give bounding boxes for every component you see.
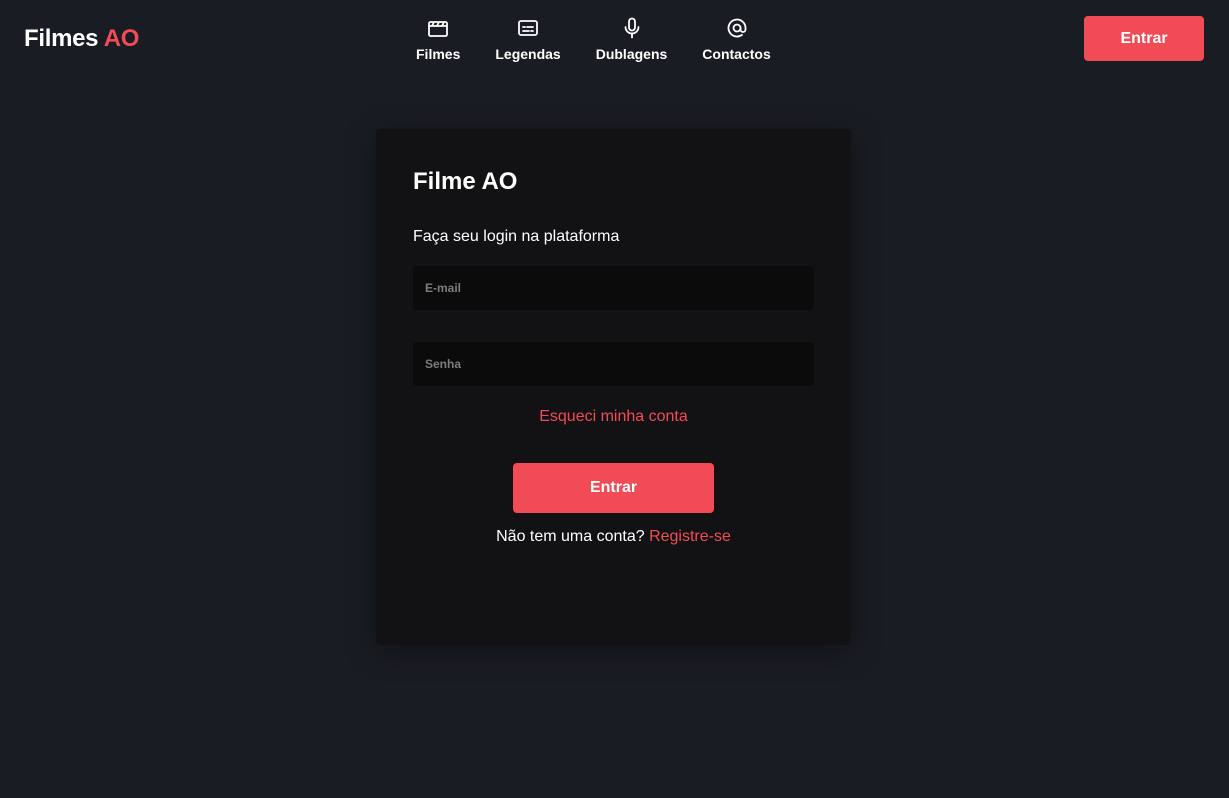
clapperboard-icon bbox=[426, 16, 450, 40]
logo-main-text: Filmes bbox=[24, 25, 104, 52]
password-field[interactable] bbox=[413, 342, 814, 386]
subtitles-icon bbox=[516, 16, 540, 40]
email-field[interactable] bbox=[413, 266, 814, 310]
nav-label: Filmes bbox=[416, 46, 461, 62]
nav-item-filmes[interactable]: Filmes bbox=[398, 16, 478, 66]
at-sign-icon bbox=[725, 16, 749, 40]
main-nav: Filmes Legendas Dublagens Contactos bbox=[398, 16, 788, 66]
nav-item-legendas[interactable]: Legendas bbox=[478, 16, 578, 66]
header-login-button[interactable]: Entrar bbox=[1084, 16, 1204, 61]
nav-label: Dublagens bbox=[595, 46, 668, 62]
logo[interactable]: Filmes AO bbox=[24, 24, 139, 54]
submit-login-button[interactable]: Entrar bbox=[513, 463, 714, 513]
forgot-account-link[interactable]: Esqueci minha conta bbox=[376, 407, 851, 427]
top-header: Filmes AO Filmes Legendas Dublagens Cont… bbox=[0, 0, 1229, 80]
logo-accent-text: AO bbox=[103, 25, 140, 52]
no-account-text: Não tem uma conta? bbox=[496, 528, 650, 545]
nav-label: Contactos bbox=[702, 46, 771, 62]
nav-item-contactos[interactable]: Contactos bbox=[685, 16, 788, 66]
nav-item-dublagens[interactable]: Dublagens bbox=[578, 16, 685, 66]
microphone-icon bbox=[620, 16, 644, 40]
register-link[interactable]: Registre-se bbox=[649, 528, 731, 545]
login-title: Filme AO bbox=[413, 168, 518, 195]
register-prompt: Não tem uma conta? Registre-se bbox=[376, 527, 851, 547]
nav-label: Legendas bbox=[495, 46, 561, 62]
login-card: Filme AO Faça seu login na plataforma Es… bbox=[376, 129, 851, 645]
login-subtitle: Faça seu login na plataforma bbox=[413, 228, 620, 245]
